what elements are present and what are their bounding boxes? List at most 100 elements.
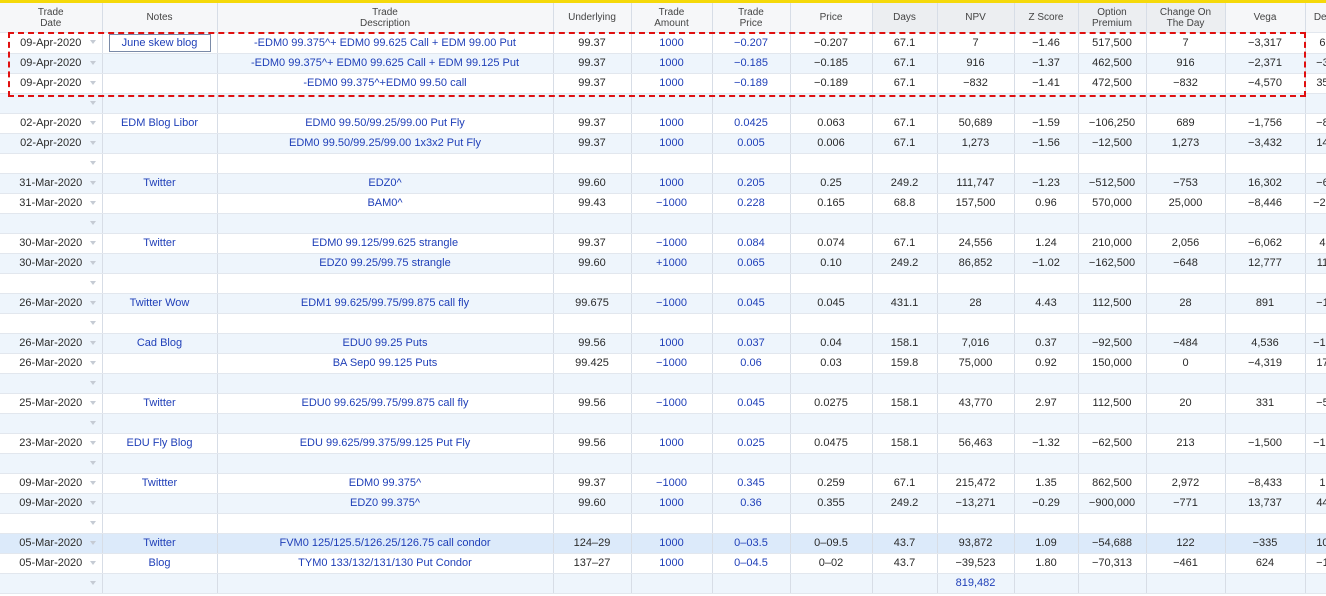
- table-row[interactable]: 09-Apr-2020 -EDM0 99.375^+ EDM0 99.625 Ca…: [0, 53, 1326, 74]
- amt-cell[interactable]: 1000: [631, 433, 713, 454]
- npv-cell[interactable]: 43,770: [937, 393, 1015, 414]
- spacer-row[interactable]: [0, 453, 1326, 474]
- vega-cell[interactable]: [1225, 373, 1306, 394]
- notes-cell[interactable]: [102, 53, 218, 74]
- price-cell[interactable]: 0–02: [790, 553, 873, 574]
- days-cell[interactable]: 67.1: [872, 133, 938, 154]
- price-cell[interactable]: −0.207: [790, 32, 873, 54]
- desc-cell[interactable]: [217, 313, 554, 334]
- trade-date-cell[interactable]: 02-Apr-2020: [0, 113, 103, 134]
- desc-cell[interactable]: [217, 573, 554, 594]
- dropdown-arrow-icon[interactable]: [89, 61, 96, 65]
- price-cell[interactable]: 0.10: [790, 253, 873, 274]
- trade-date-cell[interactable]: 26-Mar-2020: [0, 293, 103, 314]
- trade-date-cell[interactable]: [0, 273, 103, 294]
- prem-cell[interactable]: [1078, 453, 1147, 474]
- vega-cell[interactable]: −4,570: [1225, 73, 1306, 94]
- und-cell[interactable]: [553, 93, 632, 114]
- trade-date-cell[interactable]: [0, 313, 103, 334]
- vega-cell[interactable]: 624: [1225, 553, 1306, 574]
- tprice-cell[interactable]: [712, 213, 791, 234]
- days-cell[interactable]: [872, 213, 938, 234]
- und-cell[interactable]: 124–29: [553, 533, 632, 554]
- chg-cell[interactable]: [1146, 453, 1226, 474]
- notes-cell[interactable]: [102, 353, 218, 374]
- z-cell[interactable]: [1014, 313, 1079, 334]
- dropdown-arrow-icon[interactable]: [89, 501, 96, 505]
- trade-date-cell[interactable]: 30-Mar-2020: [0, 253, 103, 274]
- column-header-date[interactable]: Trade Date: [0, 3, 103, 33]
- chg-cell[interactable]: 0: [1146, 353, 1226, 374]
- chg-cell[interactable]: [1146, 213, 1226, 234]
- dropdown-arrow-icon[interactable]: [89, 541, 96, 545]
- z-cell[interactable]: −1.23: [1014, 173, 1079, 194]
- amt-cell[interactable]: 1000: [631, 73, 713, 94]
- vega-cell[interactable]: −2,371: [1225, 53, 1306, 74]
- vega-cell[interactable]: −335: [1225, 533, 1306, 554]
- vega-cell[interactable]: −8,433: [1225, 473, 1306, 494]
- dropdown-arrow-icon[interactable]: [89, 481, 96, 485]
- notes-cell[interactable]: [102, 73, 218, 94]
- z-cell[interactable]: [1014, 453, 1079, 474]
- tprice-cell[interactable]: 0.0425: [712, 113, 791, 134]
- z-cell[interactable]: [1014, 273, 1079, 294]
- chg-cell[interactable]: [1146, 153, 1226, 174]
- amt-cell[interactable]: [631, 413, 713, 434]
- prem-cell[interactable]: [1078, 213, 1147, 234]
- delta-cell[interactable]: 144: [1305, 133, 1326, 154]
- prem-cell[interactable]: −54,688: [1078, 533, 1147, 554]
- und-cell[interactable]: 99.56: [553, 393, 632, 414]
- z-cell[interactable]: 0.37: [1014, 333, 1079, 354]
- notes-cell[interactable]: EDM Blog Libor: [102, 113, 218, 134]
- npv-cell[interactable]: 157,500: [937, 193, 1015, 214]
- und-cell[interactable]: [553, 153, 632, 174]
- dropdown-arrow-icon[interactable]: [89, 321, 96, 325]
- trade-date-cell[interactable]: [0, 373, 103, 394]
- vega-cell[interactable]: 891: [1225, 293, 1306, 314]
- notes-cell[interactable]: [102, 93, 218, 114]
- desc-cell[interactable]: BAM0^: [217, 193, 554, 214]
- chg-cell[interactable]: 25,000: [1146, 193, 1226, 214]
- z-cell[interactable]: 1.09: [1014, 533, 1079, 554]
- amt-cell[interactable]: 1000: [631, 113, 713, 134]
- vega-cell[interactable]: [1225, 153, 1306, 174]
- trade-date-cell[interactable]: [0, 153, 103, 174]
- delta-cell[interactable]: −80: [1305, 113, 1326, 134]
- vega-cell[interactable]: 4,536: [1225, 333, 1306, 354]
- table-row[interactable]: 25-Mar-2020 Twitter EDU0 99.625/99.75/99.8…: [0, 393, 1326, 414]
- trade-date-cell[interactable]: 09-Apr-2020: [0, 53, 103, 74]
- days-cell[interactable]: 67.1: [872, 53, 938, 74]
- notes-cell[interactable]: [102, 153, 218, 174]
- vega-cell[interactable]: −6,062: [1225, 233, 1306, 254]
- npv-cell[interactable]: [937, 313, 1015, 334]
- price-cell[interactable]: [790, 413, 873, 434]
- tprice-cell[interactable]: [712, 273, 791, 294]
- und-cell[interactable]: [553, 313, 632, 334]
- chg-cell[interactable]: −771: [1146, 493, 1226, 514]
- und-cell[interactable]: 99.37: [553, 233, 632, 254]
- spacer-row[interactable]: [0, 93, 1326, 114]
- days-cell[interactable]: 158.1: [872, 333, 938, 354]
- und-cell[interactable]: 99.37: [553, 113, 632, 134]
- und-cell[interactable]: 99.43: [553, 193, 632, 214]
- notes-cell-editing[interactable]: June skew blog: [102, 32, 218, 54]
- price-cell[interactable]: 0–09.5: [790, 533, 873, 554]
- column-header-tprice[interactable]: Trade Price: [712, 3, 791, 33]
- dropdown-arrow-icon[interactable]: [89, 40, 96, 44]
- z-cell[interactable]: −1.41: [1014, 73, 1079, 94]
- amt-cell[interactable]: 1000: [631, 32, 713, 54]
- desc-cell[interactable]: EDM1 99.625/99.75/99.875 call fly: [217, 293, 554, 314]
- trade-date-cell[interactable]: 31-Mar-2020: [0, 193, 103, 214]
- tprice-cell[interactable]: [712, 313, 791, 334]
- column-header-desc[interactable]: Trade Description: [217, 3, 554, 33]
- chg-cell[interactable]: −648: [1146, 253, 1226, 274]
- prem-cell[interactable]: −106,250: [1078, 113, 1147, 134]
- z-cell[interactable]: −1.32: [1014, 433, 1079, 454]
- npv-cell[interactable]: [937, 513, 1015, 534]
- delta-cell[interactable]: [1305, 273, 1326, 294]
- price-cell[interactable]: 0.25: [790, 173, 873, 194]
- days-cell[interactable]: 431.1: [872, 293, 938, 314]
- vega-cell[interactable]: [1225, 413, 1306, 434]
- chg-cell[interactable]: 2,972: [1146, 473, 1226, 494]
- dropdown-arrow-icon[interactable]: [89, 241, 96, 245]
